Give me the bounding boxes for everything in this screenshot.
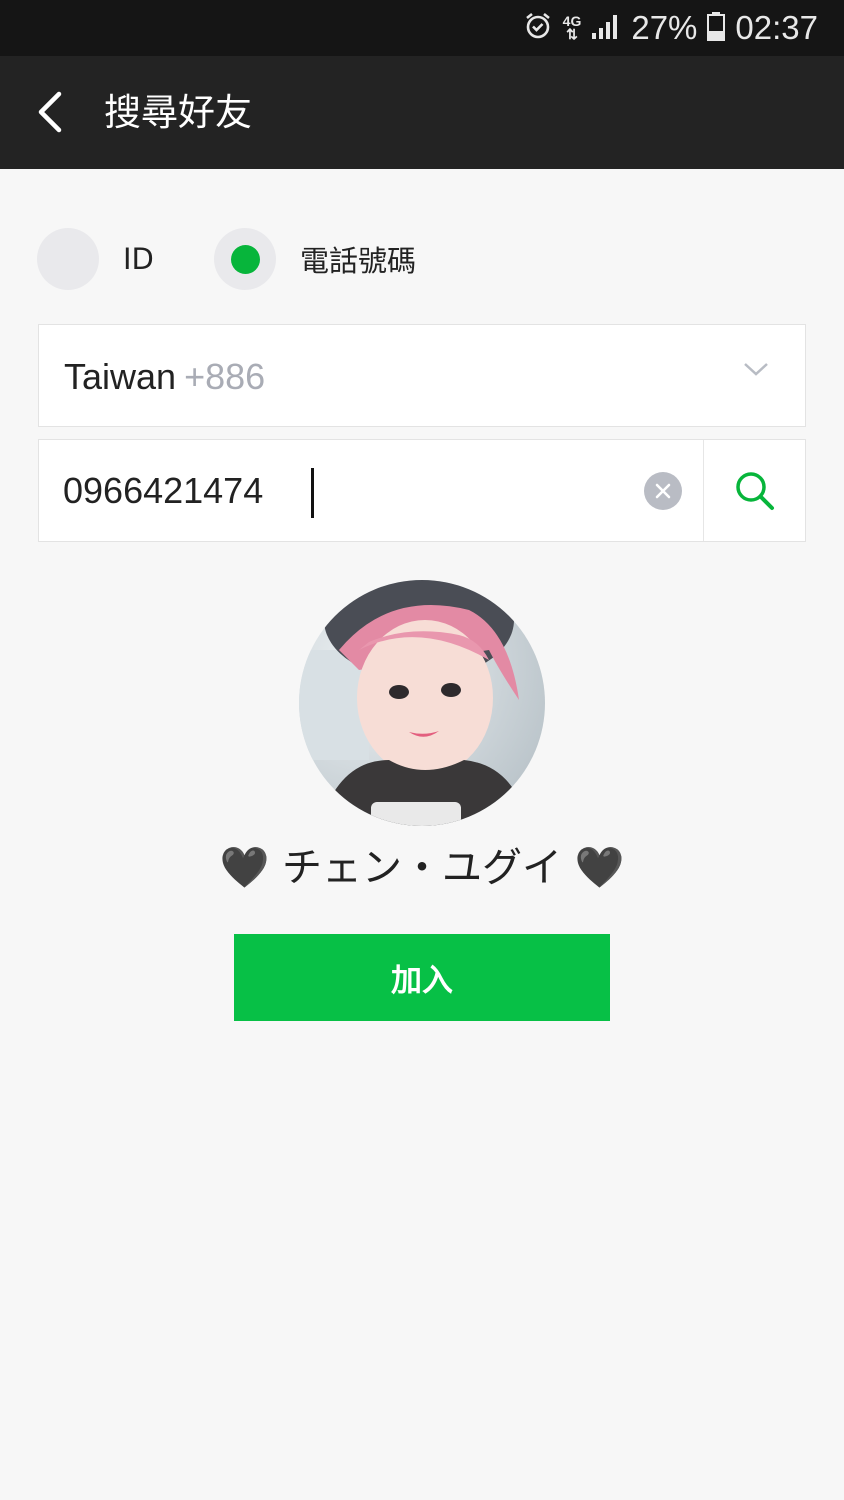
country-select[interactable]: Taiwan +886 [38,324,806,427]
radio-label-phone: 電話號碼 [300,244,417,278]
close-icon [655,483,671,499]
chevron-left-icon [38,91,62,133]
country-code: +886 [184,356,266,397]
network-type-icon: 4G ⇅ [562,13,582,42]
status-bar: 4G ⇅ 27% 02:37 [0,0,844,56]
phone-input[interactable] [63,466,643,516]
radio-option-id[interactable]: ID [37,228,154,290]
search-button[interactable] [704,440,806,541]
battery-percent: 27% [631,9,698,46]
profile-name: 🖤 チェン・ユグイ 🖤 [219,845,625,891]
text-cursor [311,468,314,518]
add-friend-button[interactable]: 加入 [234,934,610,1021]
battery-icon [707,11,726,45]
avatar [299,580,545,826]
radio-option-phone[interactable]: 電話號碼 [214,228,416,290]
radio-selected[interactable] [214,228,276,290]
app-bar: 搜尋好友 [0,56,844,169]
radio-unselected[interactable] [37,228,99,290]
back-button[interactable] [20,82,80,142]
clock: 02:37 [735,9,818,46]
radio-label-id: ID [123,242,154,276]
page-title: 搜尋好友 [104,91,252,134]
clear-button[interactable] [644,472,682,510]
country-name: Taiwan [64,356,177,397]
phone-search-field [38,439,806,542]
chevron-down-icon [744,363,768,376]
alarm-icon [523,11,553,45]
search-icon [736,471,774,510]
signal-icon [591,12,621,44]
